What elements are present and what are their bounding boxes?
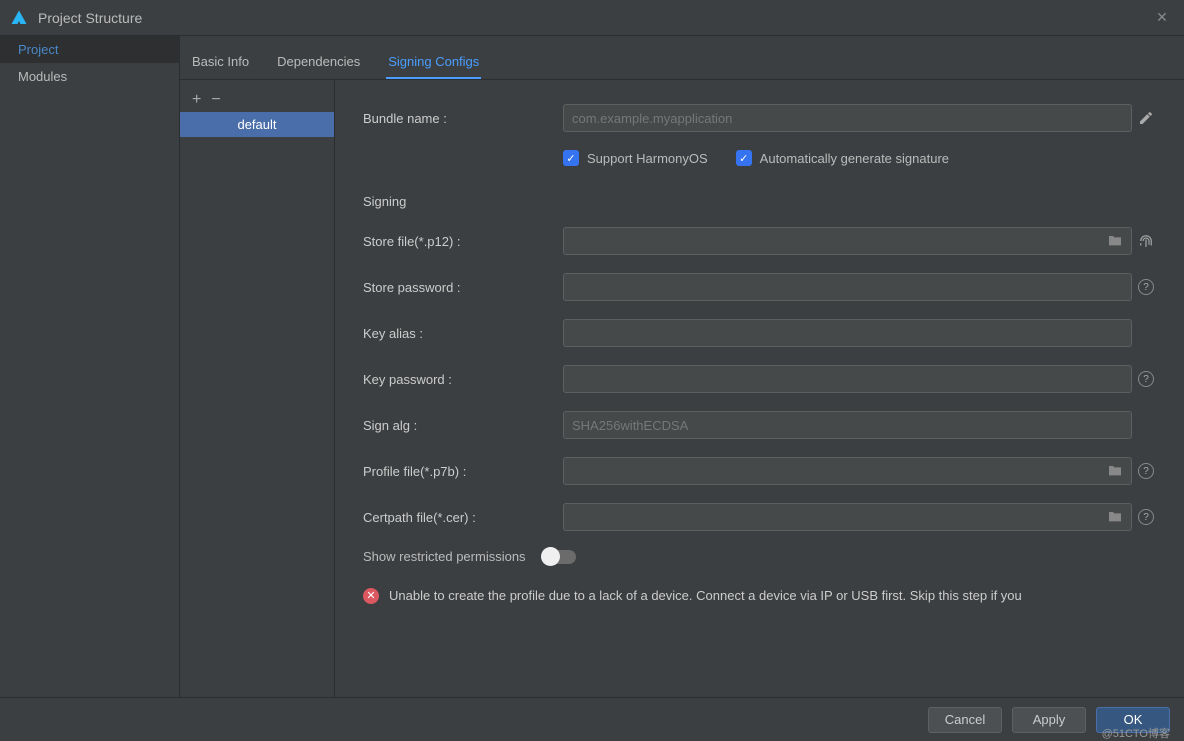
- apply-button[interactable]: Apply: [1012, 707, 1086, 733]
- config-list: + − default: [180, 80, 335, 697]
- tab-basic-info[interactable]: Basic Info: [190, 46, 251, 79]
- help-icon[interactable]: ?: [1132, 279, 1160, 295]
- folder-icon[interactable]: [1107, 509, 1123, 526]
- key-password-input[interactable]: [563, 365, 1132, 393]
- key-password-label: Key password :: [363, 372, 563, 387]
- sidebar-item-modules[interactable]: Modules: [0, 63, 179, 90]
- add-config-button[interactable]: +: [192, 92, 201, 108]
- sign-alg-input: SHA256withECDSA: [563, 411, 1132, 439]
- edit-icon[interactable]: [1132, 110, 1160, 126]
- error-message: ✕ Unable to create the profile due to a …: [363, 586, 1160, 606]
- error-icon: ✕: [363, 588, 379, 604]
- auto-generate-signature-checkbox[interactable]: ✓ Automatically generate signature: [736, 150, 949, 166]
- folder-icon[interactable]: [1107, 463, 1123, 480]
- folder-icon[interactable]: [1107, 233, 1123, 250]
- certpath-file-label: Certpath file(*.cer) :: [363, 510, 563, 525]
- tab-dependencies[interactable]: Dependencies: [275, 46, 362, 79]
- tabbar: Basic Info Dependencies Signing Configs: [180, 36, 1184, 80]
- key-alias-input[interactable]: [563, 319, 1132, 347]
- help-icon[interactable]: ?: [1132, 371, 1160, 387]
- check-icon: ✓: [736, 150, 752, 166]
- watermark: @51CTO博客: [1102, 725, 1170, 741]
- footer: Cancel Apply OK @51CTO博客: [0, 697, 1184, 741]
- titlebar: Project Structure ✕: [0, 0, 1184, 36]
- sidebar-item-project[interactable]: Project: [0, 36, 179, 63]
- restricted-permissions-label: Show restricted permissions: [363, 549, 526, 564]
- sidebar: Project Modules: [0, 36, 180, 697]
- close-icon[interactable]: ✕: [1150, 6, 1174, 30]
- cancel-button[interactable]: Cancel: [928, 707, 1002, 733]
- config-item-default[interactable]: default: [180, 112, 334, 137]
- restricted-permissions-toggle[interactable]: [542, 550, 576, 564]
- store-password-label: Store password :: [363, 280, 563, 295]
- bundle-name-input[interactable]: com.example.myapplication: [563, 104, 1132, 132]
- window-title: Project Structure: [38, 10, 1150, 26]
- bundle-name-label: Bundle name :: [363, 111, 563, 126]
- certpath-file-input[interactable]: [563, 503, 1132, 531]
- form-area: Bundle name : com.example.myapplication …: [335, 80, 1184, 697]
- profile-file-input[interactable]: [563, 457, 1132, 485]
- key-alias-label: Key alias :: [363, 326, 563, 341]
- help-icon[interactable]: ?: [1132, 463, 1160, 479]
- store-file-label: Store file(*.p12) :: [363, 234, 563, 249]
- profile-file-label: Profile file(*.p7b) :: [363, 464, 563, 479]
- sign-alg-label: Sign alg :: [363, 418, 563, 433]
- signing-section-header: Signing: [363, 194, 1160, 209]
- store-file-input[interactable]: [563, 227, 1132, 255]
- remove-config-button[interactable]: −: [211, 92, 220, 108]
- help-icon[interactable]: ?: [1132, 509, 1160, 525]
- store-password-input[interactable]: [563, 273, 1132, 301]
- tab-signing-configs[interactable]: Signing Configs: [386, 46, 481, 79]
- check-icon: ✓: [563, 150, 579, 166]
- app-logo-icon: [10, 9, 28, 27]
- fingerprint-icon[interactable]: [1132, 232, 1160, 250]
- support-harmonyos-checkbox[interactable]: ✓ Support HarmonyOS: [563, 150, 708, 166]
